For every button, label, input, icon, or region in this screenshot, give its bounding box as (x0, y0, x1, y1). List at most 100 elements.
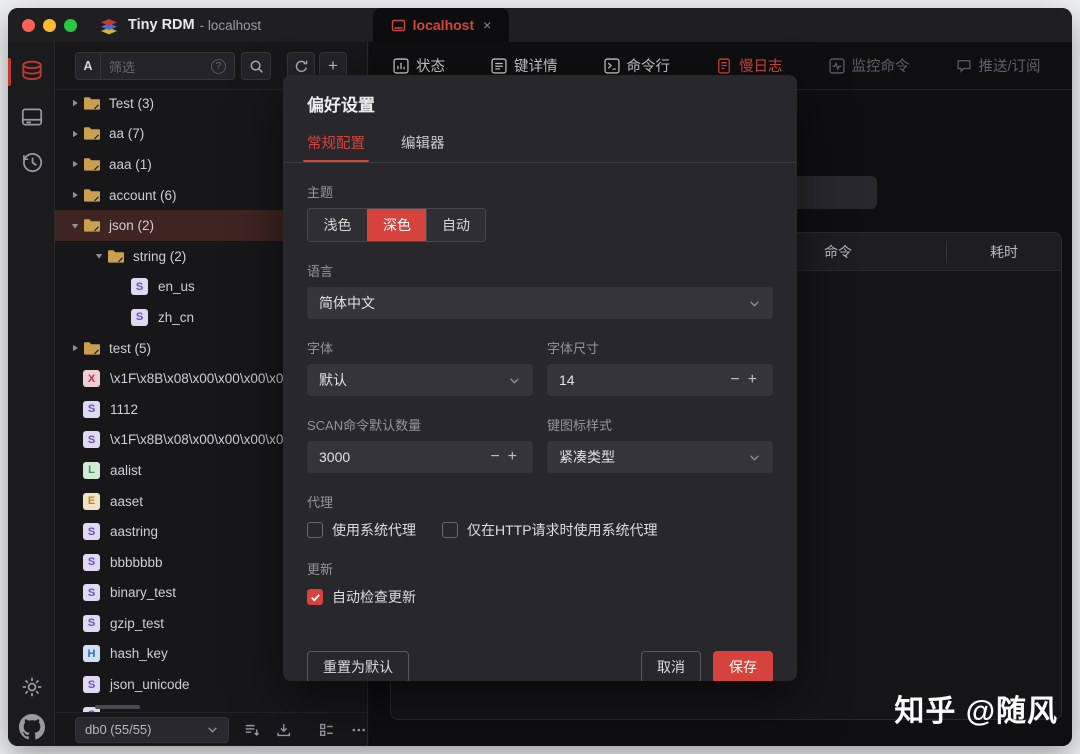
font-label: 字体 (307, 338, 533, 357)
toolbar-tab-状态[interactable]: 状态 (393, 55, 445, 76)
gear-icon[interactable] (19, 674, 45, 700)
folder-icon (83, 96, 101, 111)
plus-icon: + (328, 56, 338, 76)
decrement-button[interactable]: − (726, 371, 743, 389)
search-icon (249, 59, 264, 74)
language-label: 语言 (307, 261, 773, 280)
help-icon[interactable]: ? (211, 59, 226, 74)
key-icon-style-value: 紧凑类型 (559, 447, 748, 467)
scan-label: SCAN命令默认数量 (307, 415, 533, 434)
key-type-badge: S (83, 431, 100, 448)
theme-option-button[interactable]: 深色 (367, 209, 426, 241)
collapse-arrow-icon[interactable] (67, 222, 83, 230)
theme-segmented-control: 浅色深色自动 (307, 208, 486, 242)
scan-size-input[interactable]: 3000 − + (307, 441, 533, 473)
collapse-arrow-icon[interactable] (91, 252, 107, 260)
theme-option-button[interactable]: 浅色 (308, 209, 367, 241)
checkbox-checked-icon[interactable] (307, 589, 323, 605)
expand-arrow-icon[interactable] (67, 160, 83, 168)
folder-icon (83, 218, 101, 233)
increment-button[interactable]: + (744, 371, 761, 389)
toolbar-tab-命令行[interactable]: 命令行 (604, 55, 671, 76)
key-icon-style-select[interactable]: 紧凑类型 (547, 441, 773, 473)
reset-defaults-button[interactable]: 重置为默认 (307, 651, 409, 681)
font-select[interactable]: 默认 (307, 364, 533, 396)
checkbox-使用系统代理[interactable]: 使用系统代理 (307, 520, 416, 540)
tree-item-label: gzip_test (110, 616, 164, 631)
toolbar-tab-推送/订阅[interactable]: 推送/订阅 (956, 55, 1041, 76)
status-icon (393, 58, 409, 74)
expand-arrow-icon[interactable] (67, 130, 83, 138)
history-icon[interactable] (19, 149, 45, 175)
toolbar-tab-label: 命令行 (627, 55, 671, 76)
language-select[interactable]: 简体中文 (307, 287, 773, 319)
toolbar-tab-label: 推送/订阅 (979, 55, 1041, 76)
checkbox-自动检查更新[interactable]: 自动检查更新 (307, 587, 416, 607)
font-size-label: 字体尺寸 (547, 338, 773, 357)
update-label: 更新 (307, 559, 773, 578)
traffic-lights (22, 19, 77, 32)
db-select[interactable]: db0 (55/55) (75, 717, 229, 743)
tab-close-icon[interactable]: × (483, 17, 491, 33)
key-type-badge: X (83, 370, 100, 387)
key-type-badge: S (83, 615, 100, 632)
chevron-down-icon (508, 374, 521, 387)
theme-label: 主题 (307, 182, 773, 201)
folder-icon (83, 341, 101, 356)
font-size-input[interactable]: 14 − + (547, 364, 773, 396)
key-type-badge: H (83, 645, 100, 662)
monitor-icon (829, 58, 845, 74)
tab-general[interactable]: 常规配置 (307, 132, 365, 162)
toolbar-tab-label: 慢日志 (739, 55, 783, 76)
search-button[interactable] (241, 52, 271, 80)
proxy-checkboxes: 使用系统代理 仅在HTTP请求时使用系统代理 (307, 520, 773, 540)
checkbox-仅在HTTP请求时使用系统代理[interactable]: 仅在HTTP请求时使用系统代理 (442, 520, 658, 540)
flat-list-icon (243, 721, 260, 739)
tree-item-label: json (2) (109, 218, 154, 233)
checkbox-unchecked-icon[interactable] (442, 522, 458, 538)
toolbar-tab-监控命令[interactable]: 监控命令 (829, 55, 910, 76)
decrement-button[interactable]: − (486, 448, 503, 466)
checkbox-unchecked-icon[interactable] (307, 522, 323, 538)
zoom-window-button[interactable] (64, 19, 77, 32)
tree-item-label: test (5) (109, 341, 151, 356)
db-select-value: db0 (55/55) (85, 722, 206, 737)
expand-arrow-icon[interactable] (67, 344, 83, 352)
tree-item-label: \x1F\x8B\x08\x00\x00\x00\x00 (110, 371, 291, 386)
save-button[interactable]: 保存 (713, 651, 773, 681)
key-type-badge: S (131, 278, 148, 295)
expand-arrow-icon[interactable] (67, 191, 83, 199)
toolbar-tab-慢日志[interactable]: 慢日志 (716, 55, 783, 76)
database-icon[interactable] (19, 59, 45, 85)
tab-editor[interactable]: 编辑器 (401, 132, 445, 162)
key-type-badge: E (83, 493, 100, 510)
tree-item-label: aastring (110, 524, 158, 539)
expand-arrow-icon[interactable] (67, 99, 83, 107)
slowlog-icon (716, 58, 732, 74)
font-value: 默认 (319, 370, 508, 390)
tree-item-label: aalist (110, 463, 142, 478)
language-value: 简体中文 (319, 293, 748, 313)
tree-item-label: account (6) (109, 188, 177, 203)
dialog-tabs: 常规配置 编辑器 (307, 132, 773, 162)
minimize-window-button[interactable] (43, 19, 56, 32)
theme-option-button[interactable]: 自动 (426, 209, 485, 241)
close-window-button[interactable] (22, 19, 35, 32)
connection-tab-localhost[interactable]: localhost × (373, 8, 509, 42)
more-button[interactable] (350, 721, 367, 739)
key-type-badge: S (131, 309, 148, 326)
list-layout-icon (318, 721, 335, 739)
import-button[interactable] (275, 721, 292, 739)
filter-input[interactable]: 筛选 ? (101, 52, 235, 80)
title-bar: Tiny RDM - localhost localhost × (8, 8, 1072, 42)
horizontal-scrollbar[interactable] (95, 705, 140, 709)
view-options-button[interactable] (318, 721, 335, 739)
toolbar-tab-键详情[interactable]: 键详情 (491, 55, 558, 76)
github-icon[interactable] (19, 714, 45, 740)
server-icon[interactable] (19, 104, 45, 130)
scan-size-value: 3000 (319, 449, 486, 465)
flat-list-button[interactable] (243, 721, 260, 739)
filter-mode-button[interactable]: A (75, 52, 101, 80)
cancel-button[interactable]: 取消 (641, 651, 701, 681)
increment-button[interactable]: + (504, 448, 521, 466)
